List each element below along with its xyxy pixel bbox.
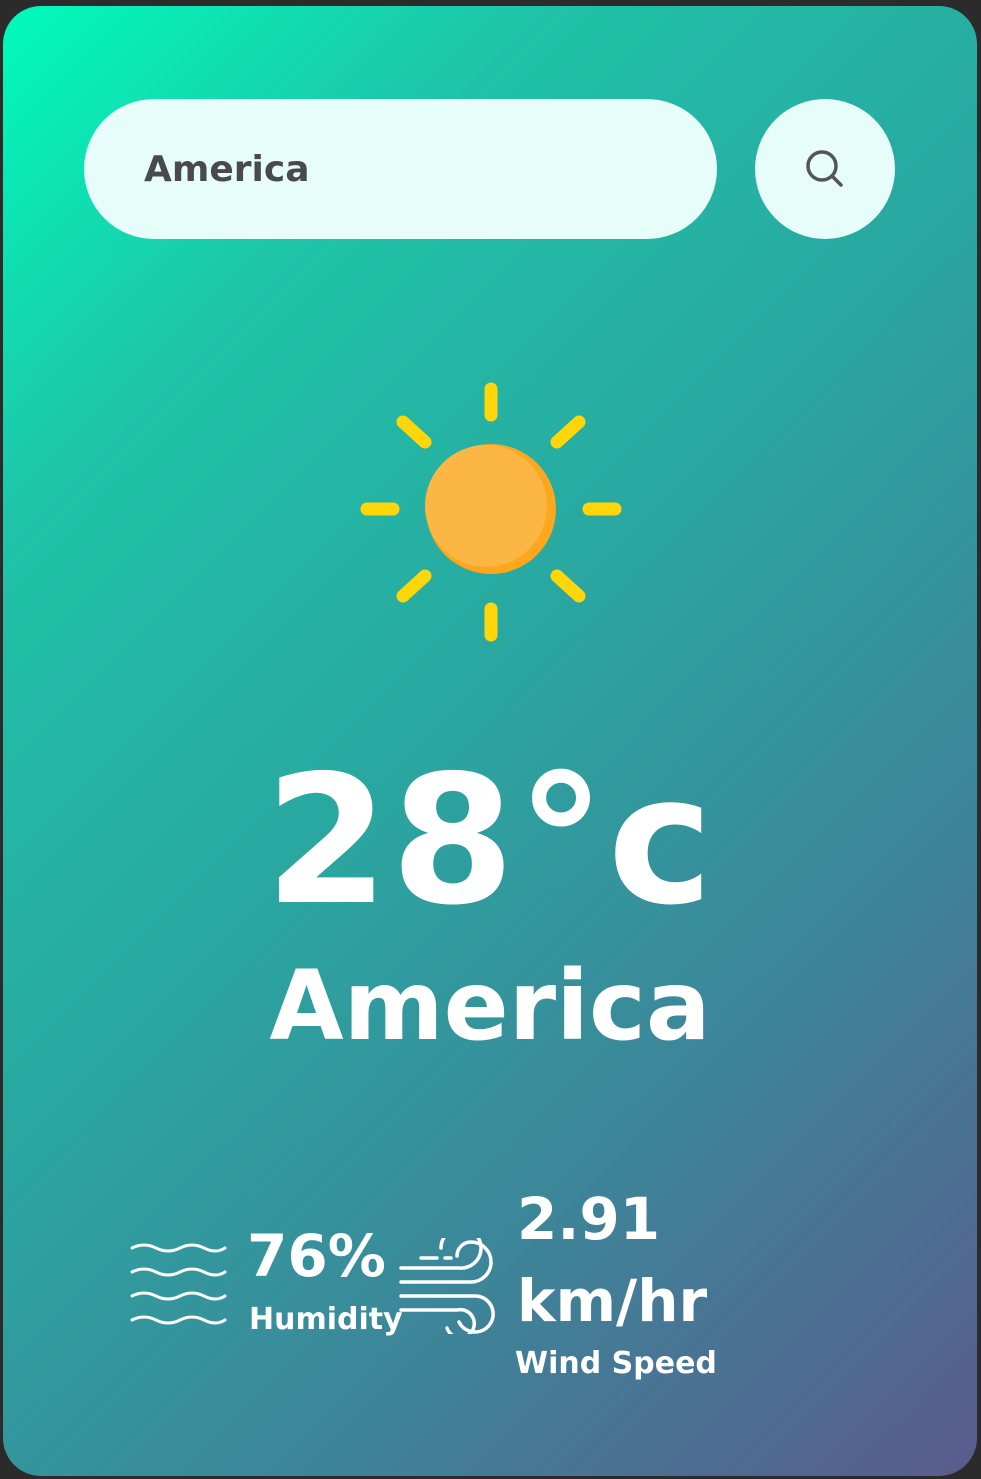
humidity-value: 76% [247, 1222, 386, 1290]
humidity-label: Humidity [249, 1302, 403, 1337]
humidity-waves-icon [130, 1243, 227, 1325]
search-box[interactable] [84, 99, 717, 239]
search-input[interactable] [142, 147, 666, 191]
weather-card: 28°c America 76% Humidity 2.91 km/hr Win… [3, 6, 977, 1476]
wind-speed-label: Wind Speed [515, 1346, 717, 1381]
temperature: 28°c [264, 737, 716, 944]
search-button[interactable] [755, 99, 895, 239]
search-icon [806, 150, 843, 187]
city-name: America [269, 950, 711, 1062]
sun-icon [360, 382, 622, 642]
wind-speed-value: 2.91 km/hr [517, 1185, 708, 1335]
wind-icon [399, 1238, 495, 1334]
